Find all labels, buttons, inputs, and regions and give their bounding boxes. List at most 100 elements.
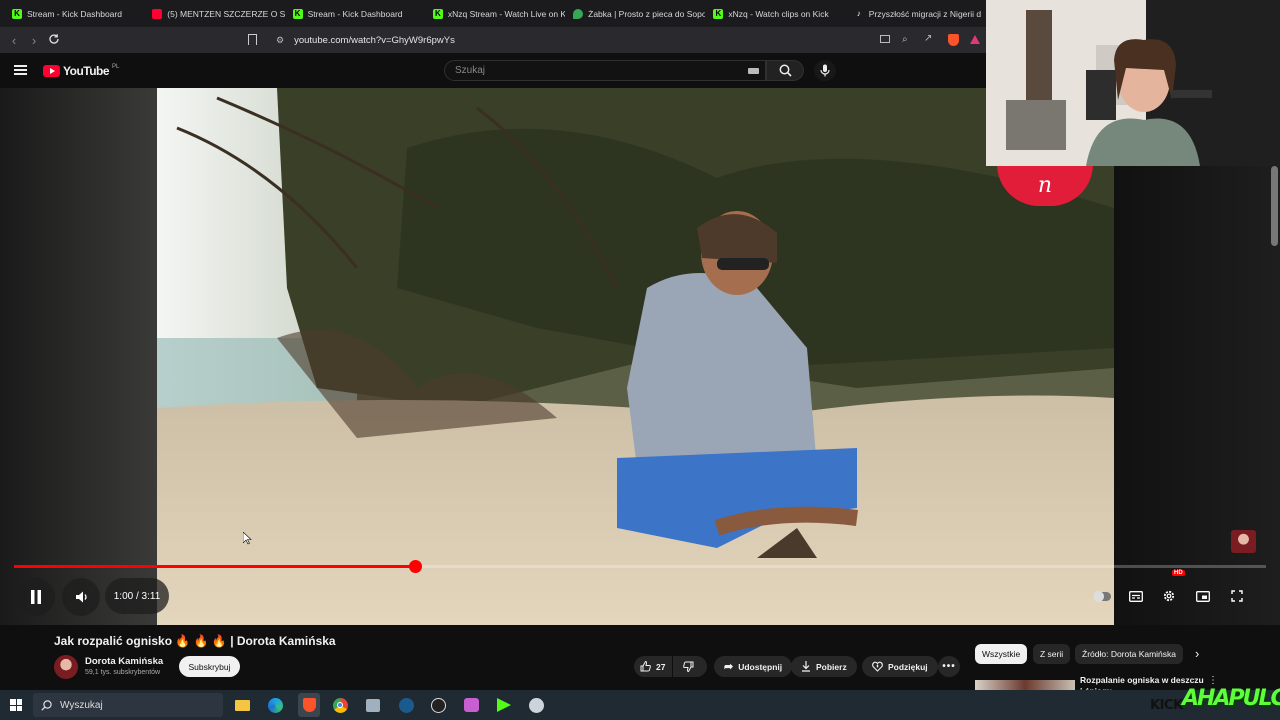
like-button[interactable]: 27 (634, 656, 672, 677)
browser-tab-label: Stream - Kick Dashboard (27, 8, 122, 19)
more-horizontal-icon: ••• (942, 661, 956, 672)
app-icon[interactable] (527, 696, 545, 714)
page-scrollbar[interactable] (1271, 166, 1278, 246)
site-info-icon[interactable]: ⚙ (276, 35, 284, 46)
fullscreen-button[interactable] (1225, 584, 1249, 608)
brave-shields-icon[interactable] (948, 34, 959, 46)
channel-avatar-overlay[interactable] (1231, 530, 1256, 553)
volume-button[interactable] (62, 578, 100, 616)
webcam-scene (986, 0, 1280, 166)
kick-app-icon[interactable] (495, 696, 513, 714)
subscribe-button[interactable]: Subskrybuj (179, 656, 240, 677)
browser-tab[interactable]: K Stream - Kick Dashboard (285, 0, 425, 27)
search-input[interactable]: Szukaj (444, 60, 766, 81)
browser-tab-bar: K Stream - Kick Dashboard (5) MENTZEN SZCZ… (0, 0, 986, 27)
chrome-icon[interactable] (331, 696, 349, 714)
browser-tab[interactable]: KxNzq Stream - Watch Live on K (425, 0, 565, 27)
brave-icon[interactable] (298, 693, 320, 717)
taskbar-search[interactable]: Wyszukaj (33, 693, 223, 717)
thumbs-down-icon (683, 661, 694, 672)
share-page-icon[interactable]: ↗ (924, 33, 932, 44)
windows-taskbar: Wyszukaj (0, 690, 1280, 720)
subtitles-icon (1129, 590, 1143, 602)
share-icon: ➦ (724, 661, 734, 673)
video-frame[interactable]: n (157, 88, 1114, 625)
obs-icon[interactable] (429, 696, 447, 714)
pause-icon (31, 590, 41, 604)
reload-icon[interactable] (44, 33, 64, 48)
settings-button[interactable] (1157, 584, 1181, 608)
share-button[interactable]: ➦ Udostępnij (714, 656, 793, 677)
edge-icon[interactable] (266, 696, 284, 714)
progress-played (14, 565, 415, 568)
progress-bar[interactable] (14, 560, 1266, 573)
logo-text: YouTube (63, 64, 110, 78)
hd-badge: HD (1172, 570, 1185, 576)
brave-rewards-icon[interactable] (970, 35, 980, 44)
steam-icon[interactable] (397, 696, 415, 714)
browser-tab-label: xNzq - Watch clips on Kick (728, 8, 829, 19)
share-label: Udostępnij (738, 661, 783, 672)
windows-start-icon[interactable] (10, 699, 22, 711)
kick-overlay-logo: KICK (1150, 698, 1183, 713)
search-button[interactable] (766, 60, 804, 81)
microphone-button[interactable] (814, 60, 836, 81)
stream-tool-icon[interactable] (462, 696, 480, 714)
player-controls: 1:00 / 3:11 HD (0, 570, 1280, 618)
channel-name[interactable]: Dorota Kamińska (85, 656, 163, 667)
kick-icon: K (713, 8, 724, 19)
forward-icon[interactable]: › (24, 33, 44, 48)
thanks-heart-icon (872, 661, 883, 672)
kick-icon: K (432, 8, 443, 19)
hamburger-menu-icon[interactable] (14, 65, 27, 75)
thumbs-up-icon (640, 661, 651, 672)
more-actions-button[interactable]: ••• (938, 656, 960, 677)
browser-tab-label: Stream - Kick Dashboard (307, 8, 403, 19)
browser-tab[interactable]: Żabka | Prosto z pieca do Sopo (565, 0, 705, 27)
microphone-icon (820, 64, 830, 77)
download-button[interactable]: Pobierz (791, 656, 857, 677)
youtube-icon (152, 8, 163, 19)
pause-button[interactable] (17, 578, 55, 616)
progress-scrubber[interactable] (409, 560, 422, 573)
autoplay-toggle[interactable] (1090, 584, 1114, 608)
subscriber-count: 59,1 tys. subskrybentów (85, 669, 161, 676)
browser-tab[interactable]: ♪ Przyszłość migracji z Nigerii d (846, 0, 986, 27)
browser-tab[interactable]: KxNzq - Watch clips on Kick (705, 0, 845, 27)
region-code: PL (112, 64, 120, 70)
notes-app-icon[interactable] (364, 696, 382, 714)
search-icon (779, 64, 792, 77)
zoom-icon[interactable]: ⌕ (902, 34, 908, 45)
url-field[interactable]: ⚙ youtube.com/watch?v=GhyW9r6pwYs (244, 30, 986, 50)
video-title: Jak rozpalić ognisko 🔥 🔥 🔥 | Dorota Kami… (54, 634, 336, 648)
dislike-button[interactable] (673, 656, 707, 677)
browser-tab[interactable]: (5) MENTZEN SZCZERZE O SW (144, 0, 285, 27)
thanks-button[interactable]: Podziękuj (862, 656, 938, 677)
player-letterbox-left (0, 88, 157, 625)
back-icon[interactable]: ‹ (4, 33, 24, 48)
youtube-logo[interactable]: YouTube PL (43, 64, 119, 78)
subtitles-button[interactable] (1124, 584, 1148, 608)
video-player[interactable]: n 1:00 / 3:11 HD (0, 88, 1280, 625)
kick-icon: K (12, 8, 22, 19)
cast-icon[interactable] (880, 35, 890, 43)
browser-tab[interactable]: K Stream - Kick Dashboard (4, 0, 144, 27)
recommended-thumbnail[interactable] (975, 680, 1075, 690)
miniplayer-button[interactable] (1191, 584, 1215, 608)
taskbar-search-label: Wyszukaj (60, 699, 103, 711)
channel-avatar[interactable] (54, 655, 78, 679)
chip-all[interactable]: Wszystkie (975, 644, 1028, 664)
chevron-right-icon[interactable]: › (1195, 646, 1199, 661)
file-explorer-icon[interactable] (233, 696, 251, 714)
chip-source[interactable]: Źródło: Dorota Kamińska (1075, 644, 1184, 664)
chip-series[interactable]: Z serii (1033, 644, 1071, 664)
thanks-label: Podziękuj (888, 661, 928, 672)
more-vertical-icon[interactable]: ⋮ (1208, 675, 1218, 686)
streamer-webcam (986, 0, 1280, 166)
download-label: Pobierz (816, 661, 847, 672)
search-icon (41, 699, 52, 711)
miniplayer-icon (1196, 590, 1210, 602)
browser-tab-label: (5) MENTZEN SZCZERZE O SW (167, 8, 285, 19)
tiktok-icon: ♪ (856, 9, 861, 18)
keyboard-icon[interactable] (748, 68, 759, 74)
